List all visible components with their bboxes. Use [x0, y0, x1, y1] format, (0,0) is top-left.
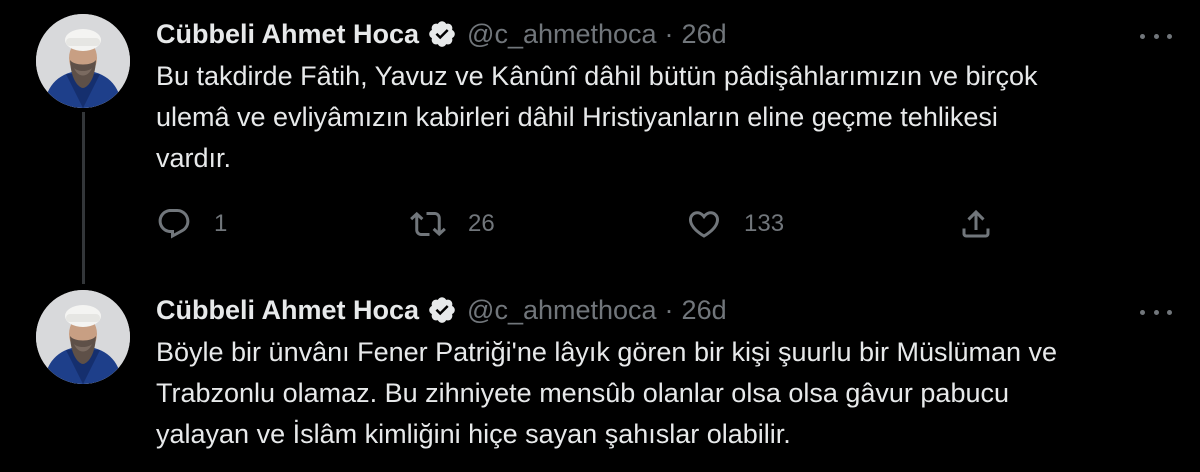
tweet-header: Cübbeli Ahmet Hoca @c_ahmethoca · 26d — [156, 290, 727, 330]
tweet-text-line: yalayan ve İslâm kimliğini hiçe sayan şa… — [156, 419, 791, 449]
tweet-text-line: Bu takdirde Fâtih, Yavuz ve Kânûnî dâhil… — [156, 61, 1038, 91]
reply-button[interactable]: 1 — [156, 202, 227, 246]
like-count: 133 — [744, 210, 785, 237]
tweet[interactable]: Cübbeli Ahmet Hoca @c_ahmethoca · 26d Bö… — [0, 282, 1200, 472]
share-button[interactable] — [958, 202, 994, 246]
retweet-count: 26 — [468, 210, 495, 237]
share-upload-icon — [962, 209, 990, 238]
author-handle[interactable]: @c_ahmethoca — [467, 19, 657, 50]
more-dots-icon[interactable] — [1140, 302, 1172, 322]
verified-badge-icon — [427, 295, 457, 325]
like-button[interactable]: 133 — [686, 202, 784, 246]
tweet-text: Bu takdirde Fâtih, Yavuz ve Kânûnî dâhil… — [156, 56, 1156, 179]
separator-dot: · — [664, 18, 674, 49]
verified-badge-icon — [427, 19, 457, 49]
tweet-timestamp[interactable]: 26d — [682, 19, 727, 50]
avatar[interactable] — [36, 290, 130, 384]
author-name[interactable]: Cübbeli Ahmet Hoca — [156, 19, 419, 50]
tweet-text-line: Böyle bir ünvânı Fener Patriği'ne lâyık … — [156, 337, 1058, 367]
tweet-text-line: vardır. — [156, 143, 232, 173]
retweet-button[interactable]: 26 — [410, 202, 495, 246]
tweet-header: Cübbeli Ahmet Hoca @c_ahmethoca · 26d — [156, 14, 727, 54]
heart-outline-icon — [688, 211, 720, 238]
profile-photo-icon — [36, 290, 130, 384]
more-dots-icon[interactable] — [1140, 26, 1172, 46]
avatar[interactable] — [36, 14, 130, 108]
separator-dot: · — [664, 294, 674, 325]
tweet-timestamp[interactable]: 26d — [682, 295, 727, 326]
tweet-action-bar: 1 26 133 — [156, 202, 1016, 246]
author-name[interactable]: Cübbeli Ahmet Hoca — [156, 295, 419, 326]
tweet[interactable]: Cübbeli Ahmet Hoca @c_ahmethoca · 26d Bu… — [0, 0, 1200, 284]
tweet-text-line: ulemâ ve evliyâmızın kabirleri dâhil Hri… — [156, 102, 998, 132]
profile-photo-icon — [36, 14, 130, 108]
speech-bubble-icon — [158, 209, 190, 239]
tweet-text: Böyle bir ünvânı Fener Patriği'ne lâyık … — [156, 332, 1156, 455]
retweet-arrows-icon — [410, 211, 446, 237]
author-handle[interactable]: @c_ahmethoca — [467, 295, 657, 326]
tweet-text-line: Trabzonlu olamaz. Bu zihniyete mensûb ol… — [156, 378, 1009, 408]
reply-count: 1 — [214, 210, 228, 237]
thread-connector-line — [82, 112, 85, 284]
